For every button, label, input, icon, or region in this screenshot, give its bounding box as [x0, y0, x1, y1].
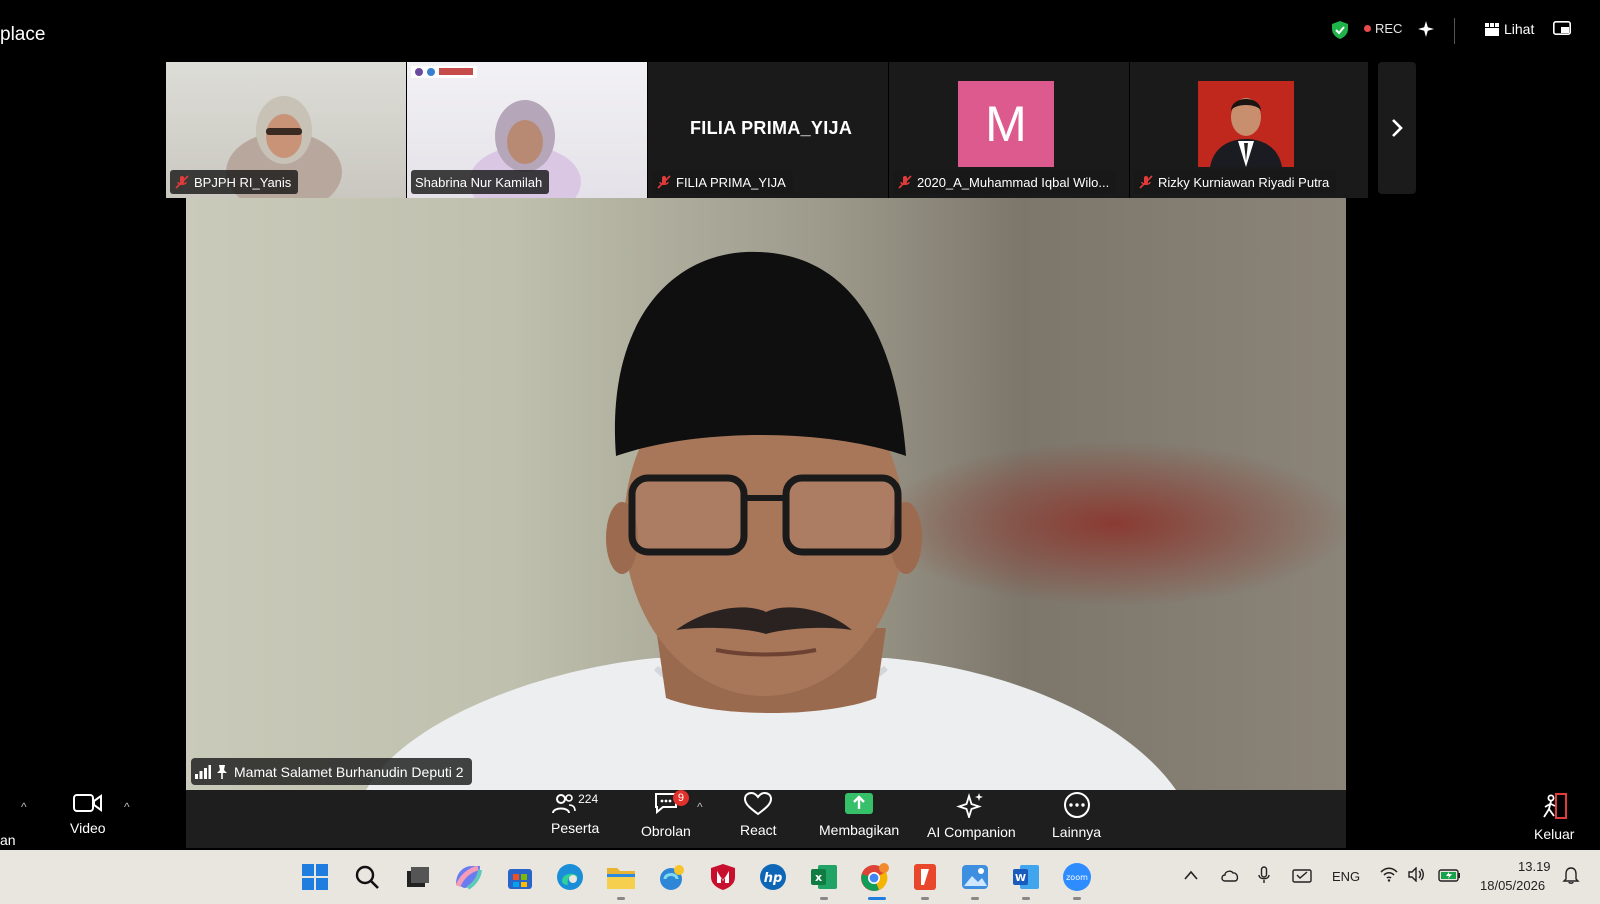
ai-sparkle-icon[interactable]	[1418, 21, 1434, 37]
muted-mic-icon	[898, 175, 912, 189]
muted-mic-icon	[1139, 175, 1153, 189]
active-speaker-label: Mamat Salamet Burhanudin Deputi 2	[191, 758, 472, 785]
notification-bell-icon[interactable]	[1562, 866, 1580, 887]
svg-text:W: W	[1015, 873, 1026, 884]
window-title: place	[0, 24, 46, 45]
file-explorer-icon[interactable]	[606, 862, 636, 892]
language-indicator[interactable]: ENG	[1332, 869, 1360, 884]
taskbar-active-indicator	[868, 897, 886, 900]
clock-date[interactable]: 18/05/2026	[1480, 878, 1545, 893]
signal-strength-icon	[195, 764, 211, 779]
top-divider	[1454, 18, 1455, 44]
security-shield-icon[interactable]	[1332, 21, 1348, 39]
participant-tile-1[interactable]: BPJPH RI_Yanis	[166, 62, 406, 198]
more-button[interactable]: Lainnya	[1052, 792, 1101, 840]
participant-name-3: FILIA PRIMA_YIJA	[652, 170, 793, 194]
taskbar-running-indicator	[1073, 897, 1081, 900]
participant-name-4: 2020_A_Muhammad Iqbal Wilo...	[893, 170, 1117, 194]
react-button[interactable]: React	[740, 792, 777, 838]
muted-mic-icon	[657, 175, 671, 189]
participant-name-2: Shabrina Nur Kamilah	[411, 170, 550, 194]
participant-name-5: Rizky Kurniawan Riyadi Putra	[1134, 170, 1337, 194]
audio-button-cut[interactable]: an	[0, 812, 16, 848]
taskbar-running-indicator	[617, 897, 625, 900]
chrome-icon[interactable]	[860, 862, 890, 892]
microsoft-store-icon[interactable]	[505, 862, 535, 892]
video-button[interactable]: Video	[70, 792, 106, 836]
participant-tile-2[interactable]: Shabrina Nur Kamilah	[407, 62, 647, 198]
hp-icon[interactable]: hp	[758, 862, 788, 892]
taskbar-running-indicator	[1022, 897, 1030, 900]
muted-mic-icon	[175, 175, 189, 189]
video-options-caret[interactable]: ^	[124, 800, 130, 814]
wifi-icon[interactable]	[1380, 867, 1398, 885]
tray-overflow-chevron-icon[interactable]	[1184, 868, 1198, 883]
zoom-icon[interactable]: zoom	[1062, 862, 1092, 892]
audio-options-caret[interactable]: ^	[21, 800, 27, 814]
filmstrip-next-button[interactable]	[1378, 62, 1416, 194]
view-button[interactable]: Lihat	[1485, 21, 1534, 37]
main-speaker-video	[186, 198, 1346, 790]
participants-count: 224	[578, 792, 599, 806]
chat-unread-badge: 9	[672, 790, 689, 806]
rec-dot-icon	[1364, 25, 1371, 32]
svg-text:x: x	[815, 871, 822, 884]
onedrive-cloud-icon[interactable]	[1220, 868, 1240, 885]
chat-button[interactable]: 9 Obrolan	[641, 790, 691, 839]
recording-indicator[interactable]: REC	[1364, 21, 1402, 36]
view-label: Lihat	[1504, 21, 1535, 37]
camera-icon	[72, 794, 102, 812]
chat-options-caret[interactable]: ^	[697, 800, 703, 814]
photos-icon[interactable]	[960, 862, 990, 892]
participants-button[interactable]: 224 Peserta	[551, 792, 599, 836]
word-icon[interactable]: W	[1011, 862, 1041, 892]
ai-sparkle-icon	[956, 792, 984, 818]
top-bar	[0, 0, 1600, 62]
camera-privacy-icon[interactable]	[1292, 867, 1312, 886]
leave-button[interactable]: Keluar	[1534, 792, 1574, 842]
pip-window-icon[interactable]	[1553, 21, 1571, 35]
speaker-name: Mamat Salamet Burhanudin Deputi 2	[234, 763, 464, 780]
share-screen-icon	[845, 793, 874, 814]
windows-start-icon[interactable]	[300, 862, 330, 892]
svg-text:zoom: zoom	[1066, 873, 1088, 882]
ai-companion-button[interactable]: AI Companion	[927, 792, 1016, 840]
document-reader-icon[interactable]	[910, 862, 940, 892]
heart-icon	[744, 792, 773, 816]
excel-icon[interactable]: x	[809, 862, 839, 892]
svg-text:hp: hp	[764, 871, 783, 886]
copilot-icon[interactable]	[453, 862, 483, 892]
taskbar-running-indicator	[971, 897, 979, 900]
participant-display-name: FILIA PRIMA_YIJA	[690, 118, 853, 138]
battery-charging-icon[interactable]	[1438, 868, 1462, 885]
clock-time[interactable]: 13.19	[1518, 859, 1551, 874]
volume-icon[interactable]	[1408, 866, 1426, 885]
participant-tile-3[interactable]: FILIA PRIMA_YIJA FILIA PRIMA_YIJA	[648, 62, 888, 198]
taskbar-running-indicator	[921, 897, 929, 900]
taskbar-running-indicator	[820, 897, 828, 900]
edge-dev-browser-icon[interactable]	[657, 862, 687, 892]
mcafee-icon[interactable]	[708, 862, 738, 892]
leave-door-icon	[1543, 793, 1568, 819]
task-view-icon[interactable]	[402, 862, 432, 892]
participant-avatar-photo	[1198, 81, 1294, 167]
rec-label: REC	[1375, 21, 1403, 36]
microphone-icon[interactable]	[1258, 866, 1270, 887]
participants-icon	[552, 794, 576, 814]
edge-browser-icon[interactable]	[555, 862, 585, 892]
pin-icon	[217, 764, 227, 779]
participant-avatar-m: M	[958, 81, 1054, 167]
chevron-right-icon	[1392, 119, 1403, 137]
participant-name-1: BPJPH RI_Yanis	[170, 170, 299, 194]
search-icon[interactable]	[352, 862, 382, 892]
share-screen-button[interactable]: Membagikan	[819, 792, 899, 838]
grid-view-icon	[1485, 22, 1499, 36]
more-dots-icon	[1063, 792, 1090, 818]
